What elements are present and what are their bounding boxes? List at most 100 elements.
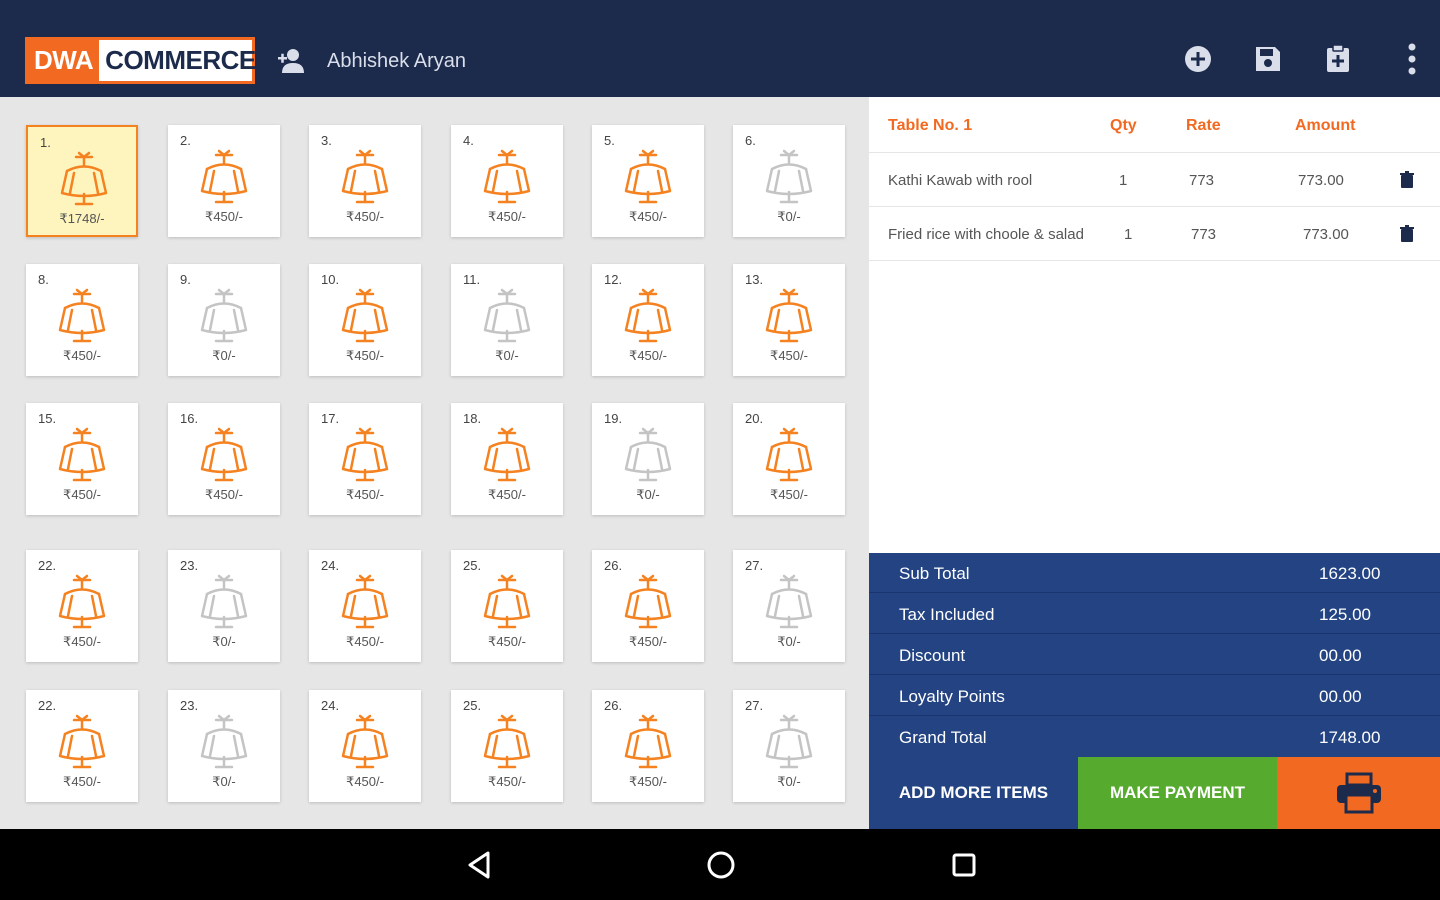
item-amount: 773.00 bbox=[1298, 172, 1344, 189]
table-card[interactable]: 24. ₹450/- bbox=[309, 690, 421, 802]
print-button[interactable] bbox=[1277, 757, 1440, 829]
table-card[interactable]: 24. ₹450/- bbox=[309, 550, 421, 662]
table-number: 4. bbox=[463, 133, 474, 148]
table-amount: ₹450/- bbox=[629, 774, 667, 789]
table-card[interactable]: 20. ₹450/- bbox=[733, 403, 845, 515]
dining-table-icon bbox=[765, 714, 813, 769]
table-card[interactable]: 12. ₹450/- bbox=[592, 264, 704, 376]
delete-icon[interactable] bbox=[1397, 224, 1417, 244]
table-number: 16. bbox=[180, 411, 199, 426]
table-card[interactable]: 1. ₹1748/- bbox=[26, 125, 138, 237]
table-card[interactable]: 26. ₹450/- bbox=[592, 690, 704, 802]
item-rate: 773 bbox=[1191, 226, 1217, 243]
header-rate: Rate bbox=[1186, 117, 1221, 134]
item-qty: 1 bbox=[1119, 172, 1128, 189]
table-card[interactable]: 25. ₹450/- bbox=[451, 550, 563, 662]
save-icon[interactable] bbox=[1251, 42, 1285, 76]
table-card[interactable]: 23. ₹0/- bbox=[168, 690, 280, 802]
logo-part1: DWA bbox=[28, 40, 100, 81]
app-logo: DWA COMMERCE bbox=[25, 37, 256, 84]
table-amount: ₹450/- bbox=[346, 634, 384, 649]
summary-value: 00.00 bbox=[1319, 687, 1362, 706]
home-icon[interactable] bbox=[703, 847, 739, 883]
table-card[interactable]: 8. ₹450/- bbox=[26, 264, 138, 376]
dining-table-icon bbox=[200, 714, 248, 769]
table-card[interactable]: 11. ₹0/- bbox=[451, 264, 563, 376]
table-card[interactable]: 3. ₹450/- bbox=[309, 125, 421, 237]
table-amount: ₹450/- bbox=[770, 348, 808, 363]
dining-table-icon bbox=[341, 149, 389, 204]
summary-value: 00.00 bbox=[1319, 646, 1362, 665]
table-amount: ₹0/- bbox=[636, 487, 660, 502]
dining-table-icon bbox=[765, 149, 813, 204]
table-amount: ₹450/- bbox=[346, 209, 384, 224]
back-icon[interactable] bbox=[461, 847, 497, 883]
dining-table-icon bbox=[765, 427, 813, 482]
summary-value: 125.00 bbox=[1319, 605, 1371, 624]
table-number: 1. bbox=[40, 135, 51, 150]
table-card[interactable]: 4. ₹450/- bbox=[451, 125, 563, 237]
add-more-items-button[interactable]: ADD MORE ITEMS bbox=[869, 757, 1078, 829]
table-number: 11. bbox=[463, 272, 481, 287]
add-circle-icon[interactable] bbox=[1181, 42, 1215, 76]
table-number: 26. bbox=[604, 558, 623, 573]
table-card[interactable]: 15. ₹450/- bbox=[26, 403, 138, 515]
table-number: 13. bbox=[745, 272, 764, 287]
table-card[interactable]: 9. ₹0/- bbox=[168, 264, 280, 376]
table-card[interactable]: 23. ₹0/- bbox=[168, 550, 280, 662]
table-card[interactable]: 22. ₹450/- bbox=[26, 690, 138, 802]
table-card[interactable]: 17. ₹450/- bbox=[309, 403, 421, 515]
more-vert-icon[interactable] bbox=[1395, 42, 1429, 76]
dining-table-icon bbox=[200, 574, 248, 629]
dining-table-icon bbox=[341, 288, 389, 343]
dining-table-icon bbox=[60, 151, 108, 206]
table-card[interactable]: 19. ₹0/- bbox=[592, 403, 704, 515]
logo-part2: COMMERCE bbox=[105, 45, 256, 75]
table-card[interactable]: 26. ₹450/- bbox=[592, 550, 704, 662]
table-amount: ₹0/- bbox=[495, 348, 519, 363]
summary-row-tax: Tax Included 125.00 bbox=[869, 594, 1440, 634]
dining-table-icon bbox=[624, 574, 672, 629]
table-number: 5. bbox=[604, 133, 615, 148]
table-amount: ₹450/- bbox=[63, 634, 101, 649]
table-amount: ₹450/- bbox=[205, 209, 243, 224]
dining-table-icon bbox=[58, 714, 106, 769]
dining-table-icon bbox=[483, 714, 531, 769]
header-qty: Qty bbox=[1110, 117, 1137, 134]
user-name[interactable]: Abhishek Aryan bbox=[327, 50, 466, 73]
table-amount: ₹0/- bbox=[212, 348, 236, 363]
table-card[interactable]: 18. ₹450/- bbox=[451, 403, 563, 515]
summary-row-discount: Discount 00.00 bbox=[869, 635, 1440, 675]
table-number: 27. bbox=[745, 698, 764, 713]
delete-icon[interactable] bbox=[1397, 170, 1417, 190]
add-user-icon[interactable] bbox=[277, 47, 307, 75]
table-amount: ₹0/- bbox=[777, 774, 801, 789]
table-card[interactable]: 5. ₹450/- bbox=[592, 125, 704, 237]
table-number: 26. bbox=[604, 698, 623, 713]
table-card[interactable]: 27. ₹0/- bbox=[733, 690, 845, 802]
order-row[interactable]: Kathi Kawab with rool 1 773 773.00 bbox=[869, 153, 1440, 207]
table-card[interactable]: 13. ₹450/- bbox=[733, 264, 845, 376]
table-number: 24. bbox=[321, 698, 340, 713]
table-number: 6. bbox=[745, 133, 756, 148]
table-card[interactable]: 10. ₹450/- bbox=[309, 264, 421, 376]
table-card[interactable]: 6. ₹0/- bbox=[733, 125, 845, 237]
order-panel: Table No. 1 Qty Rate Amount Kathi Kawab … bbox=[869, 97, 1440, 553]
table-amount: ₹450/- bbox=[63, 487, 101, 502]
table-number: 12. bbox=[604, 272, 623, 287]
summary-value: 1623.00 bbox=[1319, 564, 1381, 583]
table-card[interactable]: 27. ₹0/- bbox=[733, 550, 845, 662]
table-amount: ₹450/- bbox=[488, 774, 526, 789]
recents-icon[interactable] bbox=[946, 847, 982, 883]
dining-table-icon bbox=[58, 574, 106, 629]
make-payment-button[interactable]: MAKE PAYMENT bbox=[1078, 757, 1277, 829]
order-row[interactable]: Fried rice with choole & salad 1 773 773… bbox=[869, 207, 1440, 261]
table-card[interactable]: 2. ₹450/- bbox=[168, 125, 280, 237]
summary-row-subtotal: Sub Total 1623.00 bbox=[869, 553, 1440, 593]
summary-value: 1748.00 bbox=[1319, 728, 1381, 747]
table-card[interactable]: 25. ₹450/- bbox=[451, 690, 563, 802]
table-card[interactable]: 16. ₹450/- bbox=[168, 403, 280, 515]
table-amount: ₹0/- bbox=[212, 774, 236, 789]
table-card[interactable]: 22. ₹450/- bbox=[26, 550, 138, 662]
clipboard-icon[interactable] bbox=[1321, 42, 1355, 76]
